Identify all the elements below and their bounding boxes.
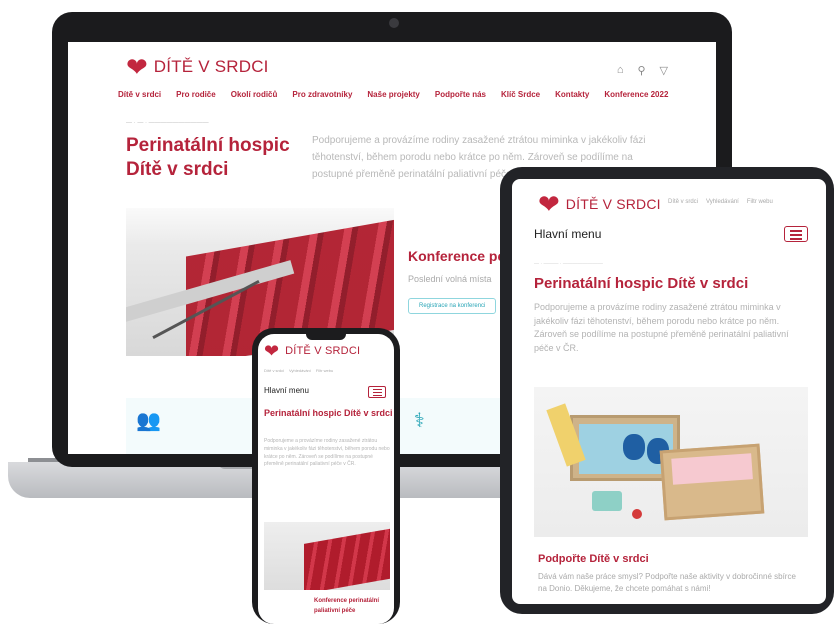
intro-text: Podporujeme a provázíme rodiny zasažené …: [264, 438, 390, 468]
filter-icon[interactable]: ▽: [660, 64, 668, 77]
top-link[interactable]: Filtr webu: [316, 368, 333, 373]
gift-box-inner: [671, 453, 753, 485]
nav-item[interactable]: Konference 2022: [604, 90, 668, 99]
hamburger-line: [373, 389, 382, 390]
doctor-icon: ⚕: [414, 410, 425, 432]
top-link[interactable]: Dítě v srdci: [264, 368, 284, 373]
home-icon[interactable]: ⌂: [617, 64, 624, 77]
hamburger-line: [790, 234, 802, 236]
breadcrumb: — · ——— · ————————: [534, 261, 603, 267]
header-icons: ⌂ ⚲ ▽: [617, 64, 668, 77]
conference-hall-image: [264, 522, 390, 590]
hall-chairs: [304, 528, 390, 590]
logo-text: DÍTĚ V SRDCI: [153, 57, 269, 76]
nav-item[interactable]: Pro rodiče: [176, 90, 216, 99]
nav-item[interactable]: Podpořte nás: [435, 90, 486, 99]
main-menu-label: Hlavní menu: [264, 386, 309, 395]
bear-toy: [623, 434, 645, 460]
logo[interactable]: ❤ DÍTĚ V SRDCI: [264, 342, 360, 360]
nav-item[interactable]: Kontakty: [555, 90, 589, 99]
top-link[interactable]: Vyhledávání: [706, 199, 739, 205]
camera-icon: [389, 18, 399, 28]
page-title-text: Perinatální hospic Dítě v srdci: [126, 135, 290, 180]
hamburger-line: [373, 392, 382, 393]
nav-item[interactable]: Klíč Srdce: [501, 90, 540, 99]
nav-item[interactable]: Okolí rodičů: [231, 90, 278, 99]
soap-toy: [592, 491, 622, 511]
page-title: Perinatální hospic Dítě v srdci: [534, 275, 749, 292]
breadcrumb: — · — · ——————————: [126, 120, 209, 126]
hamburger-line: [790, 238, 802, 240]
conference-title: Konference pe: [408, 248, 506, 264]
tablet-screen: ❤ DÍTĚ V SRDCI Dítě v srdci Vyhledávání …: [512, 179, 826, 604]
gift-box: [659, 443, 765, 521]
devices-mockup: ❤ DÍTĚ V SRDCI ⌂ ⚲ ▽ Dítě v srdci Pro ro…: [0, 0, 834, 624]
phone-screen: ❤ DÍTĚ V SRDCI Dítě v srdci Vyhledávání …: [258, 334, 394, 624]
top-link[interactable]: Dítě v srdci: [668, 199, 698, 205]
hamburger-icon[interactable]: [784, 226, 808, 242]
logo[interactable]: ❤ DÍTĚ V SRDCI: [538, 191, 661, 217]
search-icon[interactable]: ⚲: [637, 64, 645, 77]
nav-item[interactable]: Naše projekty: [367, 90, 419, 99]
heart-logo-icon: ❤: [264, 341, 280, 361]
top-link[interactable]: Vyhledávání: [289, 368, 311, 373]
top-links: Dítě v srdci Vyhledávání Filtr webu: [668, 199, 773, 205]
heart-logo-icon: ❤: [538, 189, 560, 219]
page-title: Perinatální hospic Dítě v srdci: [126, 134, 306, 182]
parents-icon: 👥: [136, 410, 161, 432]
top-links: Dítě v srdci Vyhledávání Filtr webu: [264, 368, 333, 373]
nav-item[interactable]: Dítě v srdci: [118, 90, 161, 99]
logo-text: DÍTĚ V SRDCI: [565, 196, 661, 212]
intro-text: Podporujeme a provázíme rodiny zasažené …: [534, 302, 789, 353]
main-nav: Dítě v srdci Pro rodiče Okolí rodičů Pro…: [118, 90, 668, 99]
logo[interactable]: ❤ DÍTĚ V SRDCI: [126, 54, 269, 80]
tablet: ❤ DÍTĚ V SRDCI Dítě v srdci Vyhledávání …: [500, 167, 834, 614]
heart-logo-icon: ❤: [126, 52, 148, 82]
hamburger-icon[interactable]: [368, 386, 386, 398]
support-title: Podpořte Dítě v srdci: [538, 553, 649, 565]
nav-item[interactable]: Pro zdravotníky: [292, 90, 352, 99]
red-toy: [632, 509, 642, 519]
hamburger-line: [790, 230, 802, 232]
top-link[interactable]: Filtr webu: [747, 199, 773, 205]
register-button[interactable]: Registrace na konferenci: [408, 298, 497, 314]
logo-text: DÍTĚ V SRDCI: [285, 345, 361, 357]
main-menu-label: Hlavní menu: [534, 227, 602, 241]
hamburger-line: [373, 395, 382, 396]
phone: ❤ DÍTĚ V SRDCI Dítě v srdci Vyhledávání …: [252, 328, 400, 624]
conference-title[interactable]: Konference perinatální paliativní péče: [314, 597, 394, 616]
phone-notch: [306, 334, 346, 340]
support-text: Dává vám naše práce smysl? Podpořte naše…: [538, 572, 796, 594]
conference-text: Poslední volná místa: [408, 274, 492, 284]
page-title: Perinatální hospic Dítě v srdci: [264, 408, 393, 418]
gift-box-image: [534, 387, 808, 537]
